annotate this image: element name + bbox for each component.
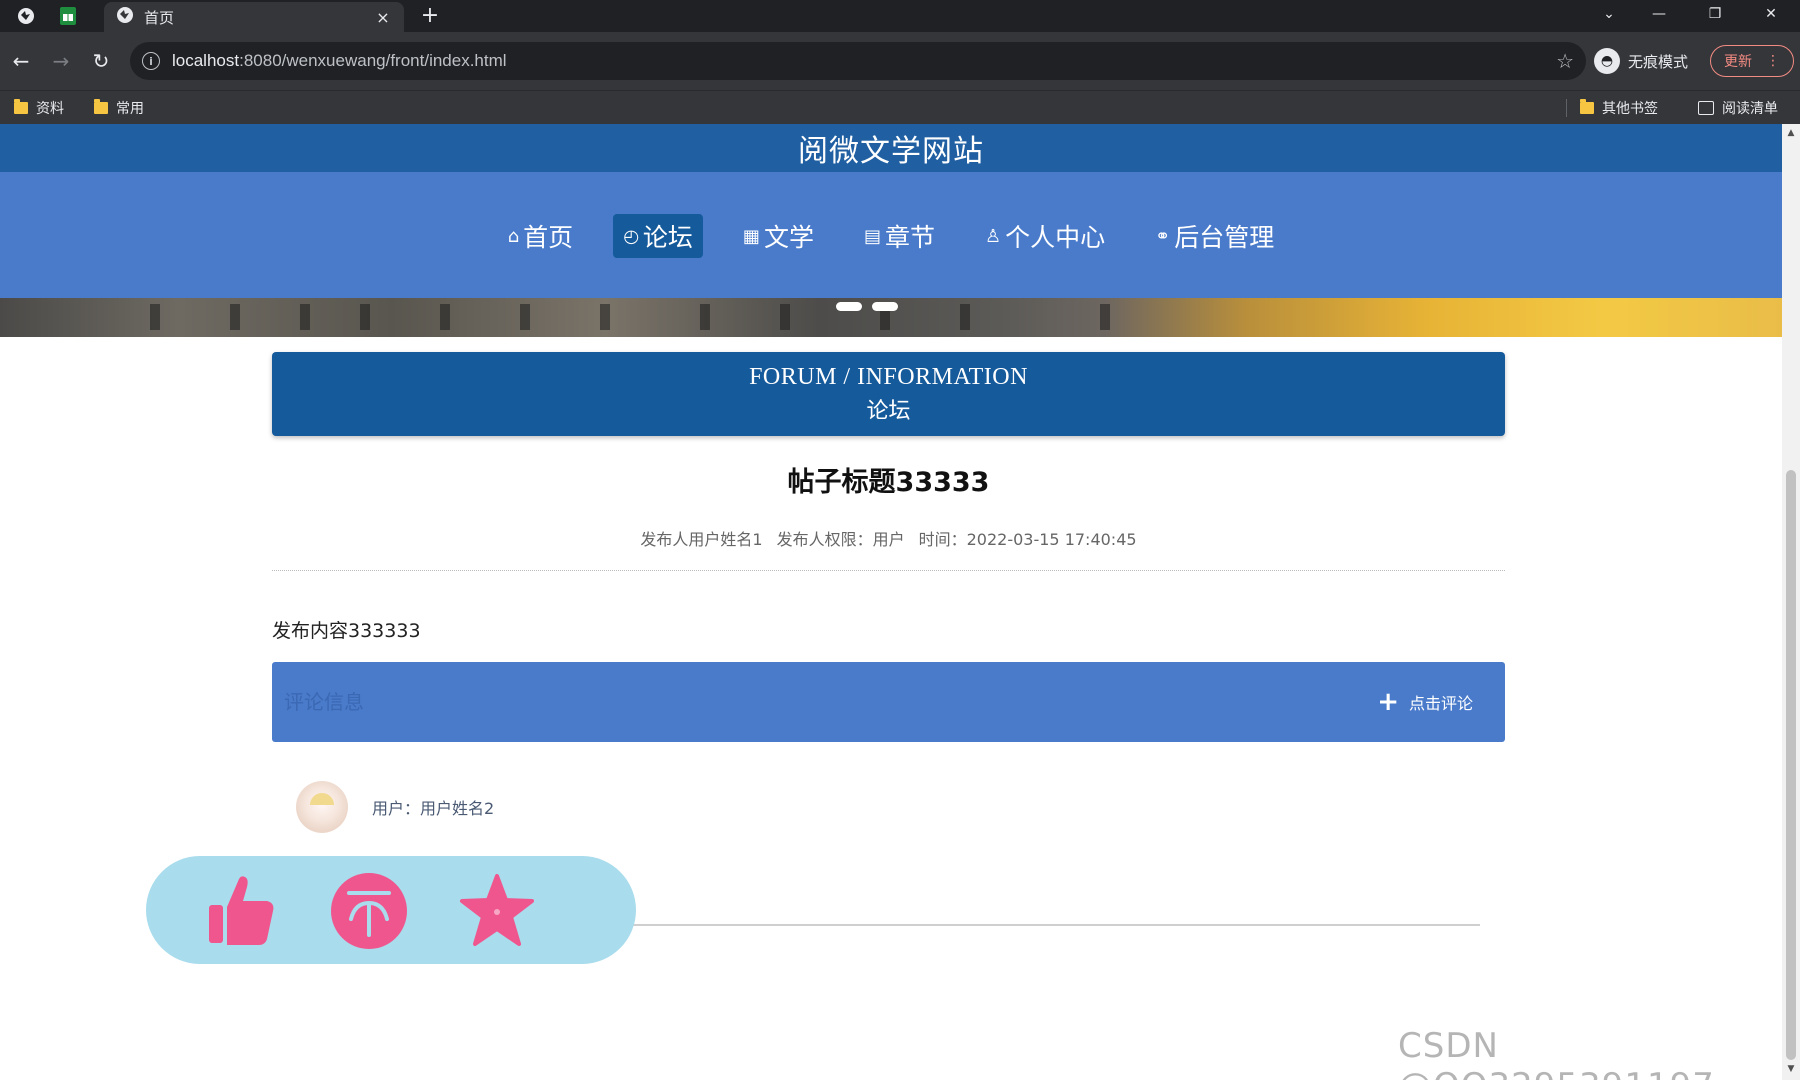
folder-icon	[14, 99, 28, 114]
forum-header-cn: 论坛	[866, 398, 911, 424]
post-content: 发布内容333333	[272, 620, 421, 642]
scroll-up-icon[interactable]: ▲	[1786, 128, 1796, 138]
forum-header: FORUM / INFORMATION 论坛	[272, 352, 1505, 436]
nav-item-label: 后台管理	[1174, 223, 1275, 252]
carousel-dot-2[interactable]	[872, 302, 898, 311]
reading-list[interactable]: 阅读清单	[1698, 97, 1778, 119]
site-info-icon[interactable]: i	[142, 52, 160, 70]
back-icon[interactable]: ←	[8, 48, 34, 74]
banner-carousel	[0, 298, 1782, 337]
incognito-label: 无痕模式	[1628, 52, 1689, 71]
update-label: 更新	[1724, 54, 1752, 70]
nav-item-label: 个人中心	[1005, 223, 1106, 252]
nav-item-label: 文学	[763, 223, 814, 252]
browser-toolbar: ← → ↻ i localhost:8080/wenxuewang/front/…	[0, 32, 1800, 90]
post-time: 时间：2022-03-15 17:40:45	[918, 530, 1137, 549]
site-title-bar: 阅微文学网站	[0, 124, 1782, 172]
post-divider	[272, 570, 1505, 571]
chapter-icon: ▤	[863, 225, 881, 247]
post-meta: 发布人用户姓名1 发布人权限：用户 时间：2022-03-15 17:40:45	[272, 526, 1505, 550]
avatar	[296, 781, 348, 833]
post-role: 发布人权限：用户	[776, 530, 905, 549]
reading-list-icon	[1698, 101, 1714, 115]
tab-title: 首页	[144, 8, 175, 27]
nav-item-1[interactable]: ◴ 论坛	[613, 214, 703, 258]
csdn-watermark: CSDN @QQ3295391197	[1398, 1026, 1714, 1080]
carousel-dot-1[interactable]	[836, 302, 862, 311]
globe-icon	[116, 6, 134, 28]
url-text[interactable]: localhost:8080/wenxuewang/front/index.ht…	[172, 51, 1544, 71]
book-icon: ▦	[742, 225, 760, 247]
link-icon: ⚭	[1155, 225, 1171, 247]
post-publisher: 发布人用户姓名1	[640, 530, 763, 549]
active-tab[interactable]: 首页 ×	[104, 2, 404, 32]
nav-item-3[interactable]: ▤ 章节	[854, 214, 945, 258]
reload-icon[interactable]: ↻	[88, 48, 114, 74]
scroll-thumb[interactable]	[1786, 470, 1796, 1060]
user-icon: ♙	[984, 225, 1002, 247]
nav-item-0[interactable]: ⌂ 首页	[498, 214, 583, 258]
nav-item-label: 首页	[523, 223, 574, 252]
forum-icon: ◴	[623, 225, 639, 247]
more-menu-icon[interactable]: ⋮	[1766, 53, 1780, 69]
nav-item-label: 论坛	[642, 223, 693, 252]
tab-search-icon[interactable]: ⌄	[1584, 0, 1634, 28]
favorite-icon[interactable]	[456, 870, 538, 952]
minimize-icon[interactable]: —	[1634, 0, 1684, 28]
main-nav: ⌂ 首页 ◴ 论坛 ▦ 文学 ▤ 章节 ♙ 个人中心 ⚭ 后台管理	[0, 172, 1782, 298]
page-scrollbar[interactable]: ▲ ▼	[1782, 124, 1800, 1080]
bookmark-star-icon[interactable]: ☆	[1556, 49, 1574, 73]
nav-items: ⌂ 首页 ◴ 论坛 ▦ 文学 ▤ 章节 ♙ 个人中心 ⚭ 后台管理	[0, 214, 1782, 258]
other-bookmarks[interactable]: 其他书签	[1580, 97, 1658, 119]
nav-item-5[interactable]: ⚭ 后台管理	[1145, 214, 1284, 258]
comment-bar: + 点击评论	[272, 662, 1505, 742]
chrome-menu-icon[interactable]	[14, 4, 38, 28]
home-icon: ⌂	[507, 225, 520, 247]
plus-icon: +	[1377, 687, 1399, 717]
comment-input[interactable]	[284, 682, 1378, 722]
bookmarks-bar: 资料 常用 其他书签 阅读清单	[0, 90, 1800, 124]
like-icon[interactable]	[200, 870, 282, 952]
update-button[interactable]: 更新 ⋮	[1710, 45, 1794, 77]
incognito-icon: ◓	[1594, 48, 1620, 74]
site-title: 阅微文学网站	[798, 134, 984, 169]
address-bar[interactable]: i localhost:8080/wenxuewang/front/index.…	[130, 42, 1586, 80]
folder-icon	[1580, 99, 1594, 114]
comment-divider	[620, 924, 1480, 926]
bookmark-folder-changyong[interactable]: 常用	[94, 97, 144, 119]
sheets-tab-icon[interactable]	[56, 4, 80, 28]
page-viewport: 阅微文学网站 ⌂ 首页 ◴ 论坛 ▦ 文学 ▤ 章节 ♙ 个人中心 ⚭ 后台管理 FORUM / IN…	[0, 124, 1782, 1080]
submit-comment-label: 点击评论	[1408, 694, 1473, 713]
submit-comment-button[interactable]: + 点击评论	[1377, 689, 1473, 715]
action-toolbar	[146, 856, 636, 964]
bookmarks-separator	[1566, 99, 1567, 117]
forum-header-en: FORUM / INFORMATION	[749, 363, 1028, 390]
carousel-dots	[836, 302, 934, 311]
bookmark-folder-ziliao[interactable]: 资料	[14, 97, 64, 119]
restore-icon[interactable]: ❐	[1690, 0, 1740, 28]
comment-item: 用户：用户姓名2	[296, 780, 494, 834]
nav-item-2[interactable]: ▦ 文学	[733, 214, 824, 258]
folder-icon	[94, 99, 108, 114]
browser-tab-bar: 首页 × + ⌄ — ❐ ✕	[0, 0, 1800, 32]
incognito-indicator[interactable]: ◓ 无痕模式	[1594, 46, 1688, 76]
carousel-dot-3[interactable]	[908, 302, 934, 311]
comment-user: 用户：用户姓名2	[372, 799, 495, 818]
close-tab-icon[interactable]: ×	[374, 8, 392, 27]
forward-icon[interactable]: →	[48, 48, 74, 74]
new-tab-button[interactable]: +	[418, 4, 442, 28]
nav-item-4[interactable]: ♙ 个人中心	[975, 214, 1115, 258]
nav-item-label: 章节	[884, 223, 935, 252]
top-icon[interactable]	[328, 870, 410, 952]
post-title: 帖子标题33333	[787, 467, 990, 498]
close-window-icon[interactable]: ✕	[1746, 0, 1796, 28]
